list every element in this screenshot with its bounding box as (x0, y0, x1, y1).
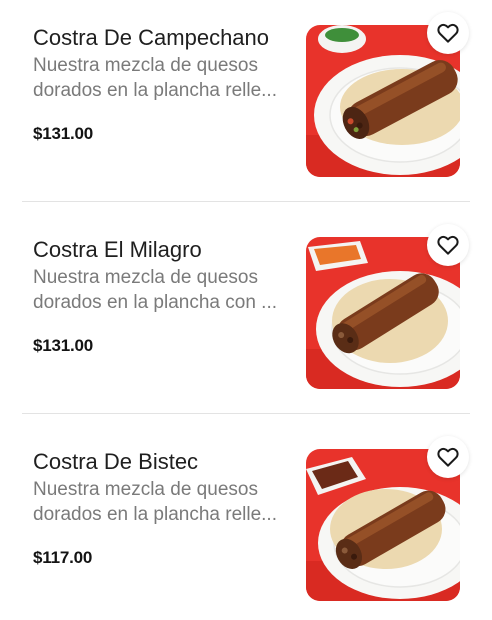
favorite-button[interactable] (427, 224, 469, 266)
menu-item-title: Costra De Bistec (33, 449, 199, 474)
heart-outline-icon (437, 235, 459, 255)
menu-item-list: Costra De Campechano Nuestra mezcla de q… (0, 0, 492, 620)
menu-item-description: Nuestra mezcla de quesos dorados en la p… (33, 479, 277, 525)
heart-outline-icon (437, 447, 459, 467)
menu-item-price: $117.00 (33, 548, 93, 567)
menu-item-title: Costra De Campechano (33, 25, 270, 50)
menu-item-text: Costra De Bistec Nuestra mezcla de queso… (33, 448, 298, 568)
item-divider (22, 413, 470, 414)
favorite-button[interactable] (427, 12, 469, 54)
menu-item-description: Nuestra mezcla de quesos dorados en la p… (33, 267, 278, 313)
menu-item-text: Costra El Milagro Nuestra mezcla de ques… (33, 236, 298, 356)
menu-item-price: $131.00 (33, 124, 94, 143)
menu-item[interactable]: Costra De Bistec Nuestra mezcla de queso… (0, 424, 492, 620)
menu-item-title: Costra El Milagro (33, 237, 202, 262)
heart-outline-icon (437, 23, 459, 43)
favorite-button[interactable] (427, 436, 469, 478)
menu-item[interactable]: Costra El Milagro Nuestra mezcla de ques… (0, 212, 492, 424)
menu-item-text: Costra De Campechano Nuestra mezcla de q… (33, 24, 298, 144)
item-divider (22, 201, 470, 202)
menu-item[interactable]: Costra De Campechano Nuestra mezcla de q… (0, 0, 492, 212)
menu-item-description: Nuestra mezcla de quesos dorados en la p… (33, 55, 277, 101)
menu-item-price: $131.00 (33, 336, 94, 355)
